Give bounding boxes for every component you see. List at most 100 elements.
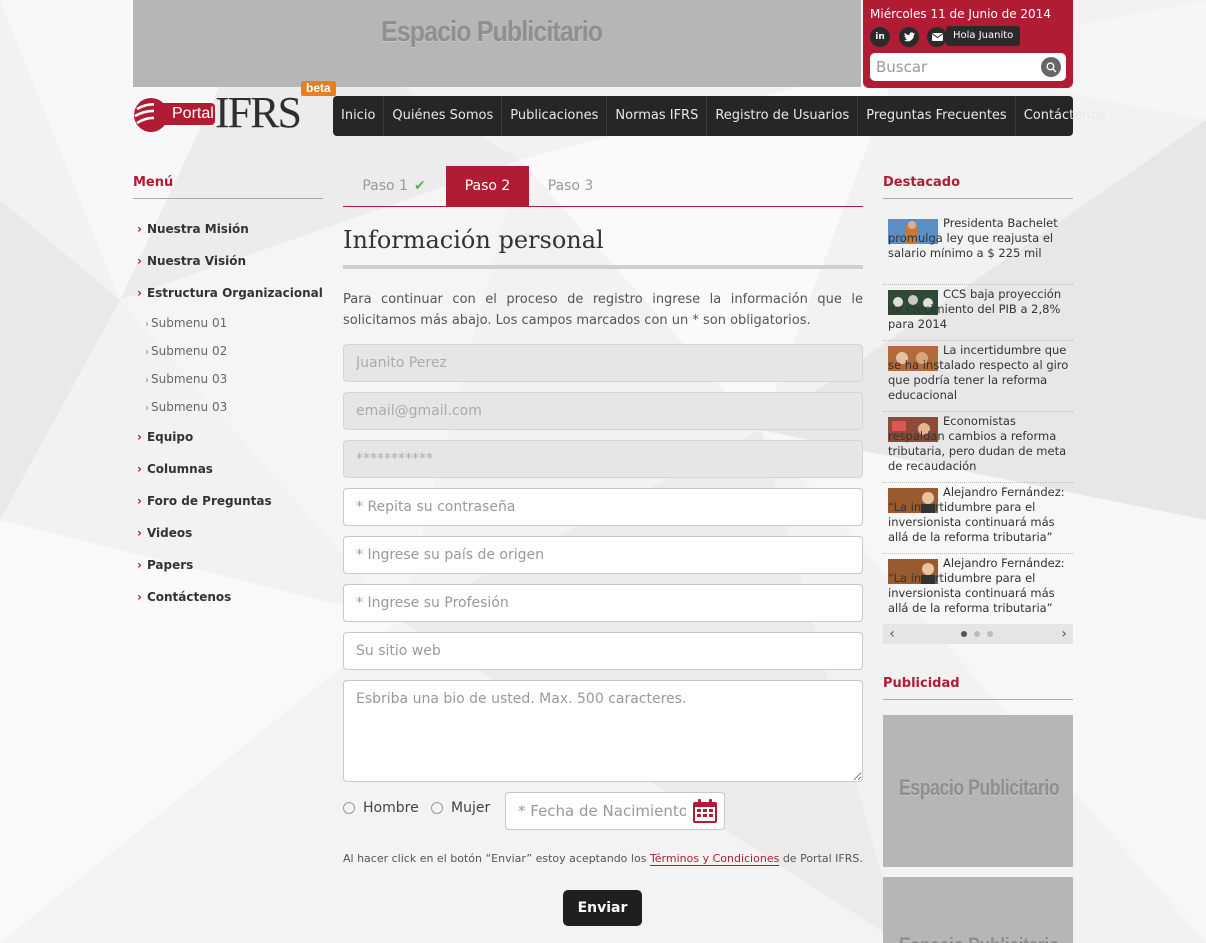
logo-portal-text: Portal [154, 103, 215, 125]
sidebar-item-contactenos[interactable]: › Contáctenos [137, 590, 231, 604]
calendar-icon[interactable] [692, 798, 718, 824]
linkedin-icon-label: in [875, 32, 885, 42]
sidebar-item-mision[interactable]: › Nuestra Misión [137, 222, 249, 236]
sidebar-subitem-02[interactable]: › Submenu 02 [145, 344, 227, 358]
country-field[interactable] [343, 536, 863, 574]
sidebar-item-label: Foro de Preguntas [146, 494, 272, 508]
profession-field[interactable] [343, 584, 863, 622]
carousel-next-button[interactable]: › [1055, 624, 1073, 644]
page: Espacio Publicitario Miércoles 11 de Jun… [0, 0, 1206, 943]
sidebar-item-estructura[interactable]: › Estructura Organizacional [137, 286, 323, 300]
search-input[interactable] [876, 56, 1036, 78]
sidebar-subitem-label: Submenu 01 [151, 316, 228, 330]
search-icon [1045, 61, 1056, 72]
user-greeting[interactable]: Hola Juanito [946, 26, 1021, 46]
news-item[interactable]: La incertidumbre que se ha instalado res… [883, 341, 1073, 412]
search-box [870, 53, 1066, 81]
nav-item-registro-usuarios[interactable]: Registro de Usuarios [707, 96, 859, 136]
search-button[interactable] [1041, 57, 1061, 77]
sidebar-item-label: Papers [146, 558, 194, 572]
birthdate-input[interactable] [518, 799, 686, 823]
chevron-right-icon: › [137, 526, 142, 540]
user-box: Miércoles 11 de Junio de 2014 in Hola Ju… [863, 0, 1073, 88]
ads-heading: Publicidad [883, 676, 960, 691]
step-tab-3[interactable]: Paso 3 [529, 166, 612, 206]
side-ad-banner[interactable]: Espacio Publicitario [883, 715, 1073, 867]
logo-ifrs-text: IFRS [215, 88, 302, 137]
current-date: Miércoles 11 de Junio de 2014 [870, 7, 1051, 21]
email-field[interactable] [343, 392, 863, 430]
chevron-right-icon: › [137, 590, 142, 604]
envelope-icon [931, 33, 943, 41]
news-carousel-controls: ‹ › [883, 624, 1073, 644]
chevron-right-icon: › [145, 319, 149, 330]
sidebar-item-columnas[interactable]: › Columnas [137, 462, 213, 476]
sidebar-item-vision[interactable]: › Nuestra Visión [137, 254, 246, 268]
news-item[interactable]: Presidenta Bachelet promulga ley que rea… [883, 214, 1073, 285]
linkedin-icon[interactable]: in [870, 27, 890, 47]
registration-steps: Paso 1 ✔ Paso 2 Paso 3 [343, 166, 863, 207]
submit-button[interactable]: Enviar [563, 890, 642, 926]
side-ad-banner-2[interactable]: Espacio Publicitario [883, 877, 1073, 943]
password-field[interactable] [343, 440, 863, 478]
sidebar-subitem-03b[interactable]: › Submenu 03 [145, 400, 227, 414]
nav-item-normas-ifrs[interactable]: Normas IFRS [607, 96, 708, 136]
carousel-prev-button[interactable]: ‹ [883, 624, 901, 644]
nav-item-preguntas-frecuentes[interactable]: Preguntas Frecuentes [858, 96, 1016, 136]
sidebar-item-papers[interactable]: › Papers [137, 558, 193, 572]
chevron-right-icon: › [145, 403, 149, 414]
news-headline: CCS baja proyección de crecimiento del P… [888, 287, 1062, 331]
nav-item-contactenos[interactable]: Contáctenos [1016, 96, 1114, 136]
nav-item-inicio[interactable]: Inicio [333, 96, 385, 136]
sidebar-subitem-01[interactable]: › Submenu 01 [145, 316, 227, 330]
terms-notice: Al hacer click en el botón “Enviar” esto… [343, 852, 863, 866]
news-item[interactable]: CCS baja proyección de crecimiento del P… [883, 285, 1073, 341]
news-item[interactable]: Economistas respaldan cambios a reforma … [883, 412, 1073, 483]
radio-circle[interactable] [343, 802, 355, 814]
repeat-password-field[interactable] [343, 488, 863, 526]
sidebar-subitem-03[interactable]: › Submenu 03 [145, 372, 227, 386]
step-tab-1[interactable]: Paso 1 ✔ [343, 166, 445, 206]
sidebar-item-videos[interactable]: › Videos [137, 526, 192, 540]
chevron-right-icon: › [137, 462, 142, 476]
bio-textarea[interactable] [343, 680, 863, 782]
step-tab-2[interactable]: Paso 2 [446, 166, 529, 206]
sidebar-subitem-label: Submenu 03 [151, 372, 228, 386]
step-label: Paso 3 [547, 178, 594, 194]
news-headline: La incertidumbre que se ha instalado res… [888, 343, 1069, 402]
carousel-dot[interactable] [974, 631, 980, 637]
check-icon: ✔ [413, 178, 426, 194]
chevron-right-icon: › [145, 347, 149, 358]
radio-circle[interactable] [431, 802, 443, 814]
news-headline: Presidenta Bachelet promulga ley que rea… [888, 216, 1058, 260]
gender-female-radio[interactable]: Mujer [431, 800, 490, 816]
website-field[interactable] [343, 632, 863, 670]
sidebar-item-equipo[interactable]: › Equipo [137, 430, 193, 444]
news-headline: Economistas respaldan cambios a reforma … [888, 414, 1067, 473]
news-headline: Alejandro Fernández: “La incertidumbre p… [888, 485, 1065, 544]
portal-ifrs-logo[interactable]: Portal IFRS beta [133, 81, 338, 137]
news-item[interactable]: Alejandro Fernández: “La incertidumbre p… [883, 554, 1073, 624]
carousel-dot[interactable] [961, 631, 967, 637]
form-intro: Para continuar con el proceso de registr… [343, 292, 863, 328]
birthdate-field [505, 792, 725, 830]
top-ad-banner[interactable]: Espacio Publicitario [133, 0, 861, 87]
gender-male-radio[interactable]: Hombre [343, 800, 419, 816]
carousel-dot[interactable] [987, 631, 993, 637]
name-field[interactable] [343, 344, 863, 382]
terms-link[interactable]: Términos y Condiciones [649, 852, 780, 866]
side-ad-text: Espacio Publicitario [899, 933, 1060, 943]
sidebar-item-label: Videos [146, 526, 193, 540]
sidebar-item-label: Nuestra Visión [146, 254, 246, 268]
news-item[interactable]: Alejandro Fernández: “La incertidumbre p… [883, 483, 1073, 554]
main-nav: Inicio Quiénes Somos Publicaciones Norma… [333, 96, 1105, 136]
twitter-icon[interactable] [899, 27, 919, 47]
nav-item-quienes-somos[interactable]: Quiénes Somos [384, 96, 503, 136]
mail-icon[interactable] [927, 27, 947, 47]
title-divider [343, 265, 863, 269]
sidebar-subitem-label: Submenu 03 [151, 400, 228, 414]
nav-item-publicaciones[interactable]: Publicaciones [502, 96, 608, 136]
sidebar-item-foro[interactable]: › Foro de Preguntas [137, 494, 272, 508]
sidebar-divider [133, 198, 323, 199]
sidebar-heading: Menú [133, 175, 174, 190]
